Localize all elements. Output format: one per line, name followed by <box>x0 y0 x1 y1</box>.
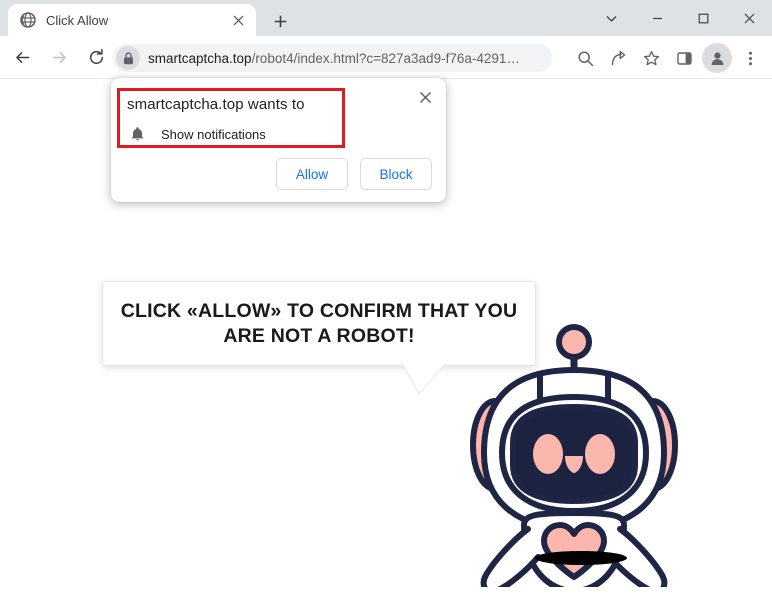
share-icon[interactable] <box>603 43 633 73</box>
bubble-line-1: CLICK «ALLOW» TO CONFIRM THAT YOU <box>120 300 518 323</box>
speech-bubble-box: CLICK «ALLOW» TO CONFIRM THAT YOU ARE NO… <box>102 281 536 366</box>
bubble-line-2: ARE NOT A ROBOT! <box>223 324 415 347</box>
profile-avatar-icon[interactable] <box>702 43 732 73</box>
speech-bubble: CLICK «ALLOW» TO CONFIRM THAT YOU ARE NO… <box>102 281 536 395</box>
block-button[interactable]: Block <box>360 158 432 190</box>
three-dot-menu-icon[interactable] <box>735 43 765 73</box>
minimize-icon[interactable] <box>634 0 680 36</box>
permission-label: Show notifications <box>161 126 266 142</box>
robot-eye-left <box>533 434 563 474</box>
lock-icon[interactable] <box>116 46 140 70</box>
maximize-icon[interactable] <box>680 0 726 36</box>
bookmark-star-icon[interactable] <box>636 43 666 73</box>
globe-icon <box>20 12 36 28</box>
toolbar-icons <box>570 43 768 73</box>
search-icon[interactable] <box>570 43 600 73</box>
side-panel-icon[interactable] <box>669 43 699 73</box>
tab-strip: Click Allow <box>0 0 772 36</box>
tab-close-icon[interactable] <box>226 8 250 32</box>
close-icon[interactable] <box>412 84 438 110</box>
permission-dialog-title: smartcaptcha.top wants to <box>127 96 305 113</box>
url-path: /robot4/index.html?c=827a3ad9-f76a-4291… <box>251 50 520 66</box>
reload-icon[interactable] <box>81 42 111 72</box>
address-bar[interactable]: smartcaptcha.top/robot4/index.html?c=827… <box>113 44 552 72</box>
new-tab-button[interactable] <box>266 7 294 35</box>
permission-actions: Allow Block <box>264 158 432 190</box>
bell-icon <box>127 124 147 144</box>
speech-bubble-text: CLICK «ALLOW» TO CONFIRM THAT YOU ARE NO… <box>107 299 532 348</box>
allow-button[interactable]: Allow <box>276 158 348 190</box>
robot-shadow <box>535 551 627 565</box>
url-domain: smartcaptcha.top <box>148 50 252 66</box>
robot-eye-right <box>585 434 615 474</box>
back-arrow-icon[interactable] <box>7 42 37 72</box>
browser-tab[interactable]: Click Allow <box>8 4 256 36</box>
notification-permission-dialog: smartcaptcha.top wants to Show notificat… <box>111 78 446 202</box>
permission-row: Show notifications <box>127 124 266 144</box>
tab-title: Click Allow <box>46 12 109 28</box>
speech-bubble-tail <box>402 363 447 395</box>
close-icon[interactable] <box>726 0 772 36</box>
address-bar-text: smartcaptcha.top/robot4/index.html?c=827… <box>148 51 520 66</box>
window-controls <box>588 0 772 36</box>
tab-search-chevron-down-icon[interactable] <box>588 0 634 36</box>
forward-arrow-icon[interactable] <box>44 42 74 72</box>
